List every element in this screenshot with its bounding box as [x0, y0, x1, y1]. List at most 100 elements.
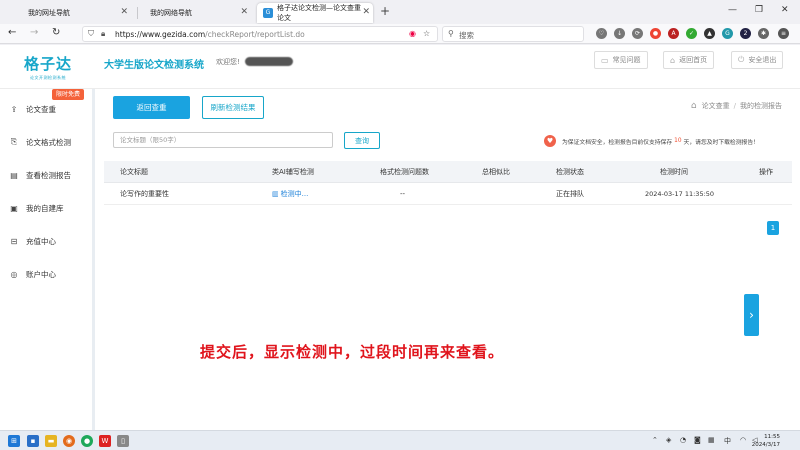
promo-badge[interactable]: 限时免费 — [52, 89, 85, 100]
sidebar-item-reports[interactable]: ▤ 查看检测报告 — [8, 168, 71, 182]
taskbar-clock[interactable]: 11:55 2024/3/17 — [752, 433, 780, 449]
sidebar-item-recharge[interactable]: ⊟ 充值中心 — [8, 234, 56, 248]
format-issues: -- — [400, 190, 406, 198]
download-icon[interactable]: ↓ — [614, 28, 625, 39]
back-arrow-icon[interactable]: ← — [8, 27, 16, 38]
title-search-input[interactable] — [113, 132, 333, 148]
logo-subtitle: 论文开测检测系统 — [30, 75, 66, 80]
lock-icon: 🔒︎ — [101, 29, 106, 38]
tray-app-icon[interactable]: ◈ — [666, 436, 671, 444]
network-icon[interactable]: ▦ — [708, 436, 715, 444]
extension-dark-icon[interactable]: ▲ — [704, 28, 715, 39]
tab-gezida[interactable]: G 格子达论文检测—论文查重 论文 ✕ — [257, 3, 373, 23]
paper-title: 论写作的重要性 — [120, 190, 169, 198]
menu-icon[interactable]: ≡ — [778, 28, 789, 39]
extension-red-icon[interactable]: ● — [650, 28, 661, 39]
extensions-puzzle-icon[interactable]: ✱ — [758, 28, 769, 39]
logout-button[interactable]: ⏻ 安全退出 — [731, 51, 784, 69]
search-placeholder: 搜索 — [459, 31, 474, 40]
ai-check-link[interactable]: ▥ 检测中... — [272, 183, 308, 205]
table-header: 论文标题 类AI辅写检测 格式检测问题数 总相似比 检测状态 检测时间 操作 — [104, 161, 792, 183]
save-app-icon[interactable]: ▪ — [27, 435, 39, 447]
browser-green-icon[interactable]: ● — [81, 435, 93, 447]
extension-g-icon[interactable]: G — [722, 28, 733, 39]
recharge-icon: ⊟ — [10, 236, 18, 246]
retention-days: 10 — [674, 138, 682, 144]
tray-chevron-icon[interactable]: ⌃ — [652, 436, 658, 444]
extension-green-icon[interactable]: ✓ — [686, 28, 697, 39]
home-button[interactable]: ⌂ 返回首页 — [663, 51, 715, 69]
sidebar-item-account[interactable]: ◎ 账户中心 — [8, 267, 57, 281]
column-header: 检测状态 — [556, 168, 584, 176]
library-icon: ▣ — [10, 203, 18, 213]
column-header: 总相似比 — [482, 168, 510, 176]
tab-label: 格子达论文检测—论文查重 论文 — [277, 4, 361, 22]
sidebar: 限时免费 ⇪ 论文查重 ⎘ 论文格式检测 ▤ 查看检测报告 ▣ 我的自建库 ⊟ … — [0, 89, 95, 430]
tab-my-network-nav[interactable]: 我的网络导航 ✕ — [140, 3, 254, 23]
minimize-icon[interactable]: — — [728, 5, 737, 15]
tray-app-icon[interactable]: ◙ — [694, 436, 701, 444]
input-method-icon[interactable]: 中 — [724, 436, 731, 446]
breadcrumb-home[interactable]: 论文查重 — [702, 101, 730, 111]
pagination-page-1[interactable]: 1 — [767, 221, 779, 235]
browser-nav-bar: ← → ↻ ⛉ 🔒︎ https://www.gezida.com/checkR… — [0, 24, 800, 44]
format-icon: ⎘ — [10, 137, 18, 146]
tab-my-url-nav[interactable]: 我的网址导航 ✕ — [6, 3, 134, 23]
close-window-icon[interactable]: ✕ — [781, 5, 789, 15]
url-bar[interactable]: ⛉ 🔒︎ https://www.gezida.com/checkReport/… — [82, 26, 438, 42]
chevron-right-icon[interactable]: › — [744, 294, 759, 336]
sidebar-item-format-check[interactable]: ⎘ 论文格式检测 — [8, 135, 71, 149]
web-page: 格子达 论文开测检测系统 大学生版论文检测系统 欢迎您! ▭ 常见问题 ⌂ 返回… — [0, 45, 800, 430]
main-content: 返回查重 刷新检测结果 ⌂ 论文查重 / 我的检测报告 查询 ♥ 为保证文档安全… — [104, 89, 792, 430]
camera-icon[interactable]: ◉ — [409, 29, 416, 38]
column-header: 操作 — [759, 168, 773, 176]
pocket-icon[interactable]: ♡ — [596, 28, 607, 39]
tab-separator — [137, 7, 138, 19]
refresh-results-button[interactable]: 刷新检测结果 — [202, 96, 264, 119]
browser-search-bar[interactable]: ⚲ 搜索 — [442, 26, 584, 42]
close-icon[interactable]: ✕ — [120, 7, 128, 17]
wifi-icon[interactable]: ◠ — [740, 436, 746, 444]
site-logo[interactable]: 格子达 论文开测检测系统 — [18, 53, 78, 85]
windows-start-icon[interactable]: ⊞ — [8, 435, 20, 447]
restore-icon[interactable]: ❐ — [755, 5, 763, 15]
report-icon: ▤ — [10, 170, 18, 180]
report-table: 论文标题 类AI辅写检测 格式检测问题数 总相似比 检测状态 检测时间 操作 论… — [104, 161, 792, 205]
bookmark-star-icon[interactable]: ☆ — [423, 29, 430, 38]
document-app-icon[interactable]: ▯ — [117, 435, 129, 447]
new-tab-button[interactable]: + — [380, 4, 390, 18]
windows-taskbar: ⊞ ▪ ▬ ◉ ● W ▯ ⌃ ◈ ◔ ◙ ▦ 中 ◠ ◁ 11:55 2024… — [0, 430, 800, 450]
tab-label: 我的网址导航 — [28, 9, 70, 17]
document-icon: ▥ — [272, 190, 279, 198]
firefox-icon[interactable]: ◉ — [63, 435, 75, 447]
close-icon[interactable]: ✕ — [362, 7, 370, 17]
close-icon[interactable]: ✕ — [240, 7, 248, 17]
extension-abp-icon[interactable]: A — [668, 28, 679, 39]
chat-icon: ▭ — [601, 55, 609, 65]
check-time: 2024-03-17 11:35:50 — [645, 190, 715, 198]
site-title: 大学生版论文检测系统 — [104, 60, 204, 71]
welcome-text: 欢迎您! — [216, 58, 240, 66]
query-button[interactable]: 查询 — [344, 132, 380, 149]
extension-badge-icon[interactable]: 2 — [740, 28, 751, 39]
check-status: 正在排队 — [556, 190, 584, 198]
tray-app-icon[interactable]: ◔ — [680, 436, 686, 444]
file-explorer-icon[interactable]: ▬ — [45, 435, 57, 447]
sync-icon[interactable]: ⟳ — [632, 28, 643, 39]
url-text: https://www.gezida.com/checkReport/repor… — [115, 30, 305, 39]
sidebar-item-library[interactable]: ▣ 我的自建库 — [8, 201, 63, 215]
back-to-check-button[interactable]: 返回查重 — [113, 96, 190, 119]
upload-icon: ⇪ — [10, 104, 18, 114]
wps-icon[interactable]: W — [99, 435, 111, 447]
column-header: 类AI辅写检测 — [272, 168, 314, 176]
sidebar-item-check[interactable]: ⇪ 论文查重 — [8, 102, 56, 116]
retention-notice: ♥ 为保证文档安全，检测报告目前仅支持保存 10 天，请您及时下载检测报告！ — [544, 135, 789, 147]
forward-arrow-icon[interactable]: → — [30, 27, 38, 38]
faq-button[interactable]: ▭ 常见问题 — [594, 51, 648, 69]
reload-icon[interactable]: ↻ — [52, 27, 60, 38]
breadcrumb-current: 我的检测报告 — [740, 102, 782, 110]
home-icon: ⌂ — [690, 101, 697, 111]
annotation-caption: 提交后，显示检测中，过段时间再来查看。 — [200, 343, 505, 361]
column-header: 检测时间 — [660, 168, 688, 176]
search-icon: ⚲ — [448, 29, 454, 38]
